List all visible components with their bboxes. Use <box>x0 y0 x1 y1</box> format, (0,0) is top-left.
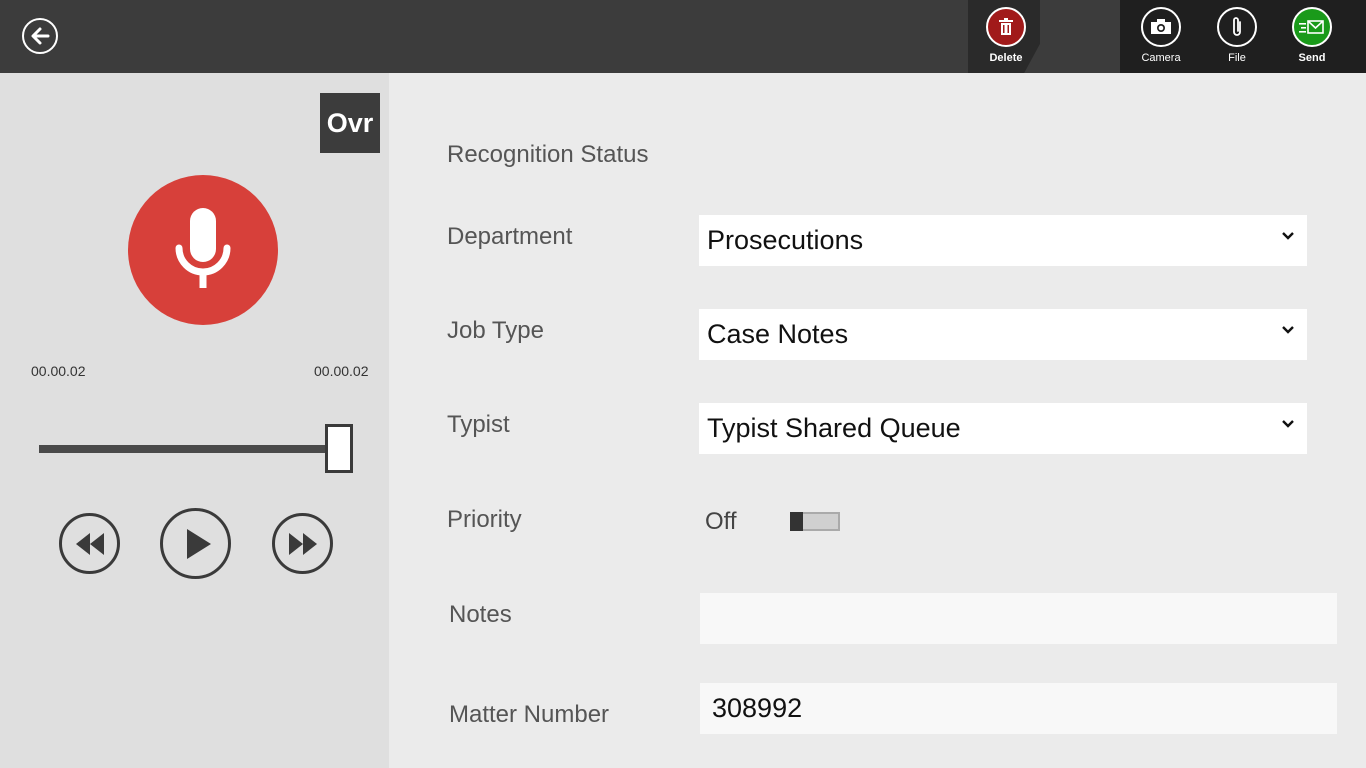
rewind-icon <box>75 532 104 555</box>
notes-input[interactable] <box>700 593 1337 644</box>
chevron-down-icon <box>1282 326 1294 334</box>
camera-icon <box>1141 7 1181 47</box>
file-label: File <box>1228 52 1246 64</box>
trash-icon <box>986 7 1026 47</box>
playback-slider-track[interactable] <box>39 445 339 453</box>
fast-forward-icon <box>288 532 317 555</box>
back-arrow-icon <box>31 27 50 45</box>
play-button[interactable] <box>160 508 231 579</box>
elapsed-time: 00.00.02 <box>31 363 86 379</box>
overwrite-mode-badge[interactable]: Ovr <box>320 93 380 153</box>
file-button[interactable]: File <box>1199 7 1275 64</box>
notes-label: Notes <box>449 601 512 628</box>
chevron-down-icon <box>1282 232 1294 240</box>
delete-label: Delete <box>989 52 1023 64</box>
department-label: Department <box>447 223 573 250</box>
camera-label: Camera <box>1141 52 1181 64</box>
rewind-button[interactable] <box>59 513 120 574</box>
delete-button[interactable]: Delete <box>968 7 1044 64</box>
playback-panel: Ovr 00.00.02 00.00.02 <box>0 73 389 768</box>
toggle-knob <box>790 512 803 531</box>
record-button[interactable] <box>128 175 278 325</box>
priority-toggle[interactable] <box>790 512 840 531</box>
send-button[interactable]: Send <box>1274 7 1350 64</box>
typist-value: Typist Shared Queue <box>707 413 961 443</box>
camera-button[interactable]: Camera <box>1123 7 1199 64</box>
app-bar: Delete Camera File Send <box>0 0 1366 73</box>
priority-label: Priority <box>447 506 522 533</box>
priority-state-text: Off <box>705 508 737 535</box>
matter-number-label: Matter Number <box>449 701 610 728</box>
send-label: Send <box>1298 52 1326 64</box>
matter-number-input[interactable]: 308992 <box>700 683 1337 734</box>
typist-select[interactable]: Typist Shared Queue <box>699 403 1307 454</box>
paperclip-icon <box>1217 7 1257 47</box>
fast-forward-button[interactable] <box>272 513 333 574</box>
department-select[interactable]: Prosecutions <box>699 215 1307 266</box>
job-type-value: Case Notes <box>707 319 849 349</box>
chevron-down-icon <box>1282 420 1294 428</box>
send-mail-icon <box>1292 7 1332 47</box>
department-value: Prosecutions <box>707 225 864 255</box>
job-type-label: Job Type <box>447 317 544 344</box>
back-button[interactable] <box>22 18 58 54</box>
total-time: 00.00.02 <box>314 363 369 379</box>
microphone-icon <box>175 208 231 288</box>
typist-label: Typist <box>447 411 510 438</box>
play-icon <box>186 528 211 559</box>
job-type-select[interactable]: Case Notes <box>699 309 1307 360</box>
recognition-status-label: Recognition Status <box>447 141 649 168</box>
playback-slider-thumb[interactable] <box>325 424 353 473</box>
